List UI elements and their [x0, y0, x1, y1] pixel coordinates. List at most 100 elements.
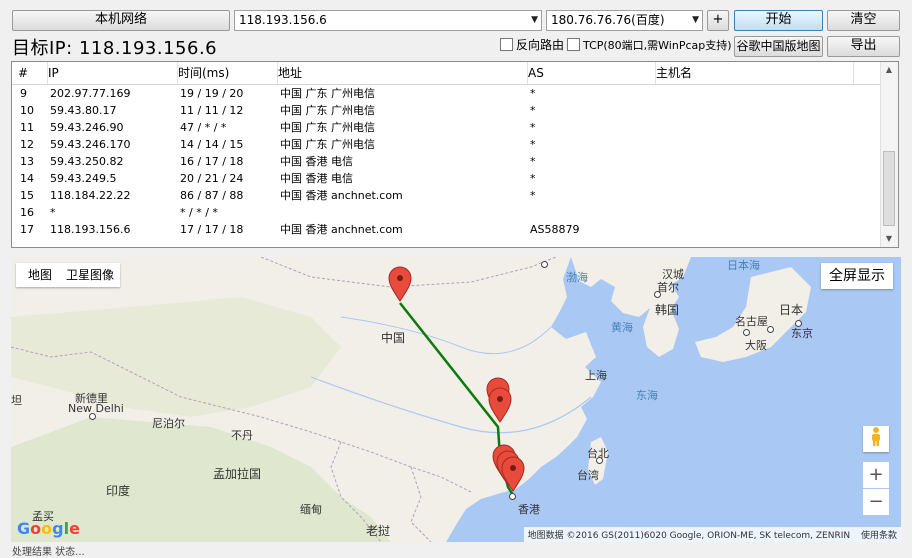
map-label-pakistan-partial: 坦: [11, 394, 22, 407]
table-row[interactable]: 15 118.184.22.22 86 / 87 / 88 中国 香港 anchnet…: [12, 187, 881, 204]
reverse-route-label: 反向路由: [516, 38, 565, 52]
target-host-value: 118.193.156.6: [239, 13, 327, 27]
map-label-yellow-sea: 黄海: [611, 321, 633, 334]
as-cell: *: [530, 155, 536, 168]
table-row[interactable]: 17 118.193.156.6 17 / 17 / 18 中国 香港 anchnet…: [12, 221, 881, 238]
google-china-map-button[interactable]: 谷歌中国版地图: [734, 36, 823, 57]
as-cell: *: [530, 172, 536, 185]
time-cell: 47 / * / *: [180, 121, 227, 134]
column-header-hostname[interactable]: 主机名: [656, 62, 854, 84]
chevron-down-icon: ▼: [531, 15, 538, 25]
map-label-india: 印度: [106, 484, 131, 498]
map-label-seoul: 首尔: [657, 281, 679, 294]
map-label-osaka: 大阪: [745, 339, 767, 352]
map-type-satellite-tab[interactable]: 卫星图像: [66, 263, 114, 287]
ip-cell: 118.184.22.22: [50, 189, 131, 202]
as-cell: *: [530, 189, 536, 202]
table-row[interactable]: 16 * * / * / *: [12, 204, 881, 221]
map-label-nepal: 尼泊尔: [152, 417, 185, 430]
checkbox-box: [500, 38, 513, 51]
ip-cell: 59.43.246.90: [50, 121, 124, 134]
map-type-map-tab[interactable]: 地图: [28, 263, 52, 287]
map-pin-icon[interactable]: [388, 266, 412, 302]
ip-cell: 118.193.156.6: [50, 223, 131, 236]
map-label-nagoya: 名古屋: [735, 315, 768, 328]
trace-results-table[interactable]: # IP 时间(ms) 地址 AS 主机名 9 202.97.77.169 19 /…: [11, 61, 899, 248]
address-cell: 中国 广东 广州电信: [280, 87, 375, 100]
map-label-taiwan: 台湾: [577, 469, 599, 482]
scrollbar-thumb[interactable]: [883, 151, 895, 226]
hop-cell: 9: [20, 87, 27, 100]
dns-server-combo[interactable]: 180.76.76.76(百度) ▼: [546, 10, 703, 31]
tcp-mode-label: TCP(80端口,需WinPcap支持): [583, 39, 732, 52]
address-cell: 中国 香港 anchnet.com: [280, 223, 403, 236]
table-row[interactable]: 14 59.43.249.5 20 / 21 / 24 中国 香港 电信 *: [12, 170, 881, 187]
scroll-up-icon[interactable]: ▲: [881, 62, 897, 78]
city-marker: [743, 329, 750, 336]
hop-cell: 14: [20, 172, 34, 185]
hop-cell: 13: [20, 155, 34, 168]
map-label-new-delhi-en: New Delhi: [68, 402, 124, 415]
column-header-ip[interactable]: IP: [48, 62, 178, 84]
terms-link[interactable]: 使用条款: [861, 531, 897, 541]
address-cell: 中国 香港 电信: [280, 172, 353, 185]
map-label-laos: 老挝: [366, 524, 391, 538]
city-marker: [541, 261, 548, 268]
checkbox-box: [567, 38, 580, 51]
zoom-in-button[interactable]: +: [863, 462, 889, 488]
map-label-japan: 日本: [779, 303, 804, 317]
map-label-sea-of-japan: 日本海: [727, 259, 760, 272]
target-ip-heading: 目标IP: 118.193.156.6: [12, 38, 218, 59]
map-label-korea: 韩国: [655, 303, 680, 317]
table-row[interactable]: 10 59.43.80.17 11 / 11 / 12 中国 广东 广州电信 *: [12, 102, 881, 119]
address-cell: 中国 广东 广州电信: [280, 138, 375, 151]
time-cell: 86 / 87 / 88: [180, 189, 244, 202]
fullscreen-button[interactable]: 全屏显示: [821, 263, 893, 289]
map-attribution: 地图数据 ©2016 GS(2011)6020 Google, ORION-ME…: [523, 527, 901, 542]
time-cell: 19 / 19 / 20: [180, 87, 244, 100]
as-cell: *: [530, 87, 536, 100]
map-label-bangladesh: 孟加拉国: [213, 467, 262, 481]
route-map[interactable]: 渤海 汉城 首尔 日本海 韩国 日本 名古屋 东京 大阪 黄海 中国 上海 东海…: [11, 257, 901, 542]
table-row[interactable]: 13 59.43.250.82 16 / 17 / 18 中国 香港 电信 *: [12, 153, 881, 170]
start-button[interactable]: 开始: [734, 10, 823, 31]
export-button[interactable]: 导出: [827, 36, 900, 57]
map-type-control: 地图 卫星图像: [16, 263, 120, 287]
table-row[interactable]: 11 59.43.246.90 47 / * / * 中国 广东 广州电信 *: [12, 119, 881, 136]
column-header-time[interactable]: 时间(ms): [178, 62, 278, 84]
target-host-combo[interactable]: 118.193.156.6 ▼: [234, 10, 542, 31]
map-pin-icon[interactable]: [488, 387, 512, 423]
column-header-as[interactable]: AS: [528, 62, 656, 84]
column-header-hop[interactable]: #: [18, 62, 48, 84]
clear-button[interactable]: 清空: [827, 10, 900, 31]
reverse-route-checkbox[interactable]: 反向路由: [500, 38, 564, 52]
hop-cell: 12: [20, 138, 34, 151]
dns-server-value: 180.76.76.76(百度): [551, 13, 665, 27]
table-header: # IP 时间(ms) 地址 AS 主机名: [12, 62, 881, 85]
table-row[interactable]: 9 202.97.77.169 19 / 19 / 20 中国 广东 广州电信 *: [12, 85, 881, 102]
add-dns-button[interactable]: +: [707, 10, 729, 31]
ip-cell: 202.97.77.169: [50, 87, 131, 100]
google-logo: Google: [17, 519, 80, 538]
as-cell: *: [530, 104, 536, 117]
map-pin-icon[interactable]: [501, 456, 525, 492]
column-header-address[interactable]: 地址: [278, 62, 528, 84]
scroll-down-icon[interactable]: ▼: [881, 231, 897, 247]
map-attribution-text: 地图数据 ©2016 GS(2011)6020 Google, ORION-ME…: [527, 531, 851, 541]
as-cell: AS58879: [530, 223, 580, 236]
hop-cell: 17: [20, 223, 34, 236]
map-label-tokyo: 东京: [791, 327, 813, 340]
address-cell: 中国 广东 广州电信: [280, 121, 375, 134]
table-scrollbar[interactable]: ▲ ▼: [880, 62, 898, 247]
pegman-icon[interactable]: [863, 426, 889, 452]
table-row[interactable]: 12 59.43.246.170 14 / 14 / 15 中国 广东 广州电信 *: [12, 136, 881, 153]
time-cell: 11 / 11 / 12: [180, 104, 244, 117]
status-bar-text: 处理结果 状态...: [12, 547, 85, 558]
tcp-mode-checkbox[interactable]: TCP(80端口,需WinPcap支持): [567, 38, 732, 53]
local-network-button[interactable]: 本机网络: [12, 10, 230, 31]
route-pins: [388, 266, 525, 492]
hop-cell: 15: [20, 189, 34, 202]
ip-cell: *: [50, 206, 56, 219]
hop-cell: 10: [20, 104, 34, 117]
zoom-out-button[interactable]: −: [863, 489, 889, 515]
